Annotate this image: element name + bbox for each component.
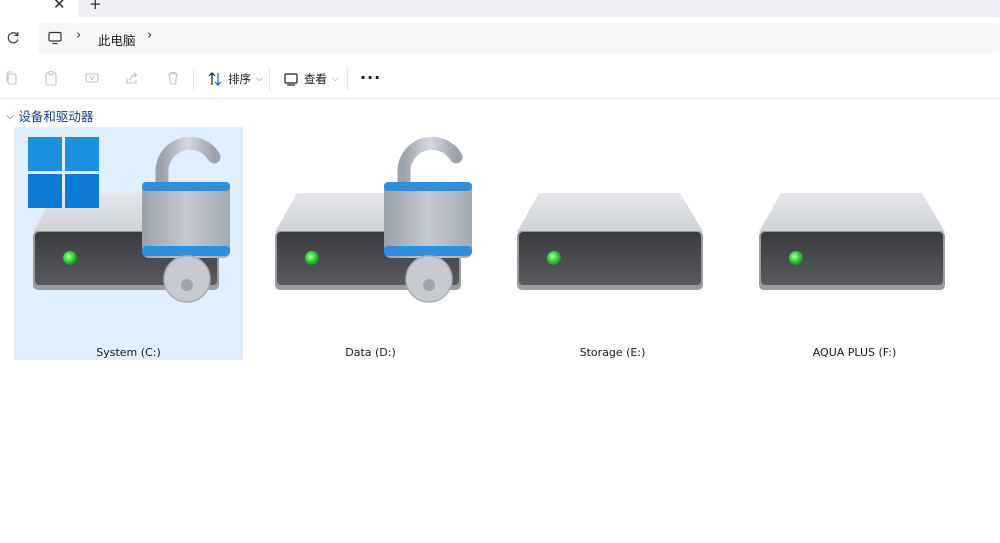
breadcrumb-this-pc[interactable]: 此电脑	[98, 30, 136, 49]
chevron-down-icon: ⌵	[256, 74, 263, 84]
sort-icon	[208, 72, 222, 86]
copy-icon[interactable]	[4, 70, 20, 86]
hard-drive-icon	[517, 193, 703, 290]
rename-icon[interactable]	[84, 70, 100, 86]
breadcrumb-separator[interactable]: ›	[76, 28, 81, 43]
drive-tile-e[interactable]: Storage (E:)	[498, 127, 727, 360]
section-header-devices[interactable]: ⌵ 设备和驱动器	[6, 106, 93, 125]
share-icon[interactable]	[124, 70, 140, 86]
paste-icon[interactable]	[43, 70, 59, 86]
delete-icon[interactable]	[165, 70, 181, 86]
toolbar-divider	[269, 68, 270, 90]
toolbar-divider	[347, 68, 348, 90]
navigation-bar: › 此电脑 ›	[0, 17, 1000, 59]
section-title: 设备和驱动器	[18, 109, 94, 124]
computer-icon	[48, 31, 62, 45]
active-tab[interactable]: ✕	[0, 0, 78, 17]
tab-strip: ✕ +	[0, 0, 1000, 17]
drive-label: Storage (E:)	[579, 346, 646, 359]
more-options-button[interactable]: ···	[360, 68, 381, 87]
close-tab-icon[interactable]: ✕	[53, 0, 66, 13]
chevron-down-icon: ⌵	[6, 108, 15, 122]
hard-drive-icon	[759, 193, 945, 290]
toolbar-divider	[193, 68, 194, 90]
drive-label: Data (D:)	[345, 346, 396, 359]
breadcrumb-expand-chevron[interactable]: ›	[147, 28, 152, 43]
drive-tile-d[interactable]: Data (D:)	[256, 127, 485, 360]
drive-tile-c[interactable]: System (C:)	[14, 127, 243, 360]
address-bar[interactable]: › 此电脑 ›	[38, 23, 1000, 53]
drive-tile-f[interactable]: AQUA PLUS (F:)	[740, 127, 969, 360]
drive-label: AQUA PLUS (F:)	[812, 346, 897, 359]
new-tab-icon[interactable]: +	[89, 0, 102, 13]
view-icon	[284, 73, 298, 86]
chevron-down-icon: ⌵	[332, 74, 339, 84]
command-bar: 排序 ⌵ 查看 ⌵ ···	[0, 60, 1000, 99]
drive-label: System (C:)	[96, 346, 161, 359]
view-button[interactable]: 查看 ⌵	[283, 69, 339, 89]
sort-button[interactable]: 排序 ⌵	[207, 69, 263, 89]
refresh-icon[interactable]	[5, 30, 21, 46]
sort-label: 排序	[228, 72, 251, 86]
view-label: 查看	[304, 72, 327, 86]
